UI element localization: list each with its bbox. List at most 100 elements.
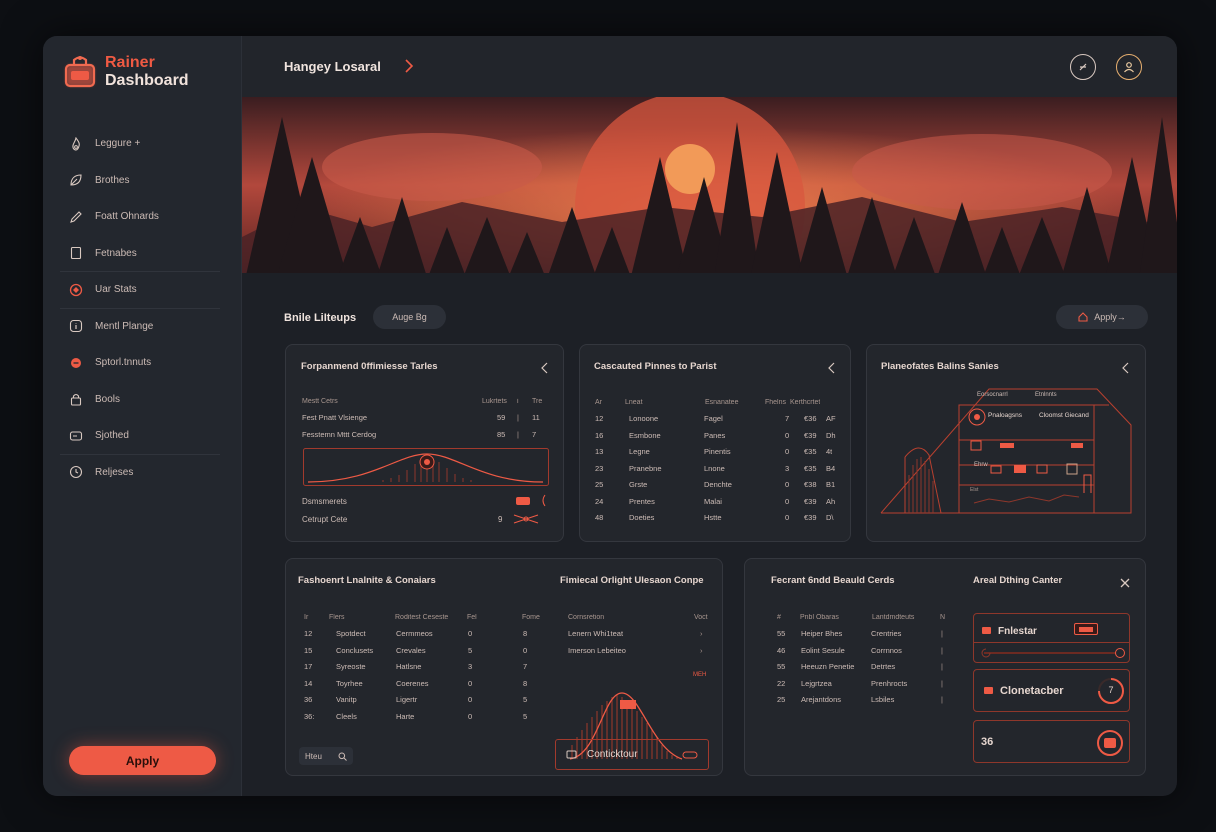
table-row[interactable]: 55 Heiper Bhes Crentries | — [777, 626, 957, 643]
metric-widget[interactable]: 36 — [973, 720, 1130, 763]
cell: €39 — [804, 430, 817, 440]
slider-track[interactable] — [984, 652, 1122, 654]
card1-table: Mestt Cetrs Lukrtets i Tre Fest Pnatt Vl… — [302, 393, 552, 443]
sidebar-item-label: Foatt Ohnards — [95, 211, 159, 223]
list-item[interactable]: Imerson Lebeiteo › — [568, 642, 708, 659]
toggle-indicator[interactable] — [516, 497, 530, 505]
table-row[interactable]: 48 Doeties Hstte 0 €39 D\ — [595, 510, 845, 527]
sidebar-item-bools[interactable]: Bools — [60, 382, 220, 419]
filter-widget[interactable]: Fnlestar — [973, 613, 1130, 663]
table-row[interactable]: 16 Esmbone Panes 0 €39 Dh — [595, 427, 845, 444]
cell: 25 — [595, 480, 604, 490]
table-row[interactable]: 12 Lonoone Fagel 7 €36 AF — [595, 411, 845, 428]
table-row[interactable]: 15 Conclusets Crevales 5 0 — [304, 642, 544, 659]
list-item[interactable]: Lenern Whi1teat › — [568, 626, 708, 643]
cell: AF — [826, 414, 836, 424]
card-fecrant: Fecrant 6ndd Beauld Cerds Areal Dthing C… — [744, 558, 1146, 776]
table-row[interactable]: Fest Pnatt Vlsienge 59 | 11 — [302, 410, 552, 427]
table-row[interactable]: 46 Eolint Sesule Corrnnos | — [777, 642, 957, 659]
cell: 85 — [497, 429, 506, 439]
table-row[interactable]: 25 Arejantdons Lsbiles | — [777, 692, 957, 709]
slider-thumb[interactable] — [1115, 648, 1125, 658]
sidebar-item-reljeses[interactable]: Reljeses — [60, 455, 220, 492]
sidebar-item-label: Mentl Plange — [95, 320, 154, 332]
col-header: # — [777, 613, 781, 621]
pencil-icon — [70, 210, 82, 223]
top-header: Hangey Losaral — [242, 36, 1177, 97]
filter-chip[interactable]: Auge Bg — [373, 305, 446, 329]
sidebar-item-foatt[interactable]: Foatt Ohnards — [60, 199, 220, 236]
cell: | — [941, 645, 943, 655]
cell: Prentes — [629, 496, 655, 506]
apply-chip-button[interactable]: Apply→ — [1056, 305, 1148, 329]
cell: Pranebne — [629, 463, 662, 473]
cell: | — [517, 413, 519, 423]
sidebar-item-mentl-plange[interactable]: Mentl Plange — [60, 309, 220, 346]
sidebar-apply-button[interactable]: Apply — [69, 746, 216, 775]
chevron-left-icon[interactable] — [1120, 362, 1132, 374]
scissors-icon[interactable] — [512, 513, 540, 525]
cell: 55 — [777, 662, 786, 672]
brand-logo[interactable]: Rainer Dashboard — [63, 54, 189, 90]
col-header: Kerthcrtet — [790, 398, 821, 406]
close-icon[interactable] — [1119, 577, 1131, 589]
sidebar-item-sjothed[interactable]: Sjothed — [60, 418, 220, 455]
sidebar-item-label: Fetnabes — [95, 247, 137, 259]
table-row[interactable]: 55 Heeuzn Penetie Detrtes | — [777, 659, 957, 676]
badge-icon — [71, 357, 81, 368]
sidebar-item-uar-stats[interactable]: Uar Stats — [60, 272, 220, 309]
slash-plus-icon — [1079, 63, 1087, 71]
col-header: Fome — [522, 613, 540, 621]
table-row[interactable]: 14 Toyrhee Coerenes 0 8 — [304, 675, 544, 692]
cell: | — [941, 629, 943, 639]
diagram-label: Cloomst Giecand — [1039, 412, 1089, 419]
screen-icon — [566, 750, 577, 758]
cell: 0 — [468, 695, 473, 705]
sidebar-item-brothes[interactable]: Brothes — [60, 163, 220, 200]
table-row[interactable]: 12 Spotdect Cermmeos 0 8 — [304, 626, 544, 643]
cell: 17 — [304, 662, 313, 672]
house-diagram — [880, 388, 1132, 514]
sidebar-item-leggure[interactable]: Leggure + — [60, 126, 220, 163]
cell: Heeuzn Penetie — [801, 662, 855, 672]
col-header: Flers — [329, 613, 345, 621]
cell: 12 — [595, 414, 604, 424]
diagram-label: Ehrw — [974, 462, 988, 468]
diagram-label: Eorsocnarrl — [977, 392, 1008, 398]
table-row[interactable]: 22 Lejgrtzea Prenhrocts | — [777, 675, 957, 692]
sidebar-item-fetnabes[interactable]: Fetnabes — [60, 236, 220, 272]
card-title: Planeofates Balins Sanies — [881, 361, 999, 372]
contact-button[interactable]: Conticktour — [555, 739, 709, 770]
chevron-left-icon[interactable] — [826, 362, 838, 374]
header-plus-button[interactable] — [1070, 54, 1096, 80]
flame-icon — [72, 136, 80, 151]
target-icon — [69, 283, 83, 296]
table-row[interactable]: 13 Legne Pinentis 0 €35 4t — [595, 444, 845, 461]
card2-table: Ar Lneat Esnanatee Fhelns Kerthcrtet 12 … — [595, 394, 845, 526]
table-row[interactable]: 23 Pranebne Lnone 3 €35 B4 — [595, 460, 845, 477]
counter-widget[interactable]: Clonetacber 7 — [973, 669, 1130, 712]
col-header: Pnbl Obaras — [800, 613, 839, 621]
card-title: Fashoenrt Lnalnite & Conaiars — [298, 575, 436, 586]
table-row[interactable]: 17 Syreoste Hatlsne 3 7 — [304, 659, 544, 676]
table-row[interactable]: 36: Cleels Harte 0 5 — [304, 708, 544, 725]
table-row[interactable]: Fesstemn Mttt Cerdog 85 | 7 — [302, 426, 552, 443]
search-icon — [338, 752, 347, 761]
search-input[interactable]: Hteu — [299, 747, 353, 765]
sidebar-item-label: Leggure + — [95, 138, 141, 150]
cell: 0 — [468, 678, 473, 688]
sidebar-item-sptorl[interactable]: Sptorl.tnnuts — [60, 345, 220, 382]
table-row[interactable]: 24 Prentes Malai 0 €39 Ah — [595, 493, 845, 510]
toggle-switch[interactable] — [1074, 623, 1098, 635]
chevron-right-icon[interactable] — [402, 58, 416, 74]
cell: Coerenes — [396, 678, 429, 688]
user-avatar-button[interactable] — [1116, 54, 1142, 80]
table-row[interactable]: 25 Grste Denchte 0 €38 B1 — [595, 477, 845, 494]
col-header: Tre — [532, 397, 543, 405]
cell: 15 — [304, 645, 313, 655]
cell: 36: — [304, 711, 315, 721]
cell: | — [941, 678, 943, 688]
chevron-left-icon[interactable] — [539, 362, 551, 374]
cell: 0 — [785, 430, 790, 440]
table-row[interactable]: 36 Vanitp Ligertr 0 5 — [304, 692, 544, 709]
